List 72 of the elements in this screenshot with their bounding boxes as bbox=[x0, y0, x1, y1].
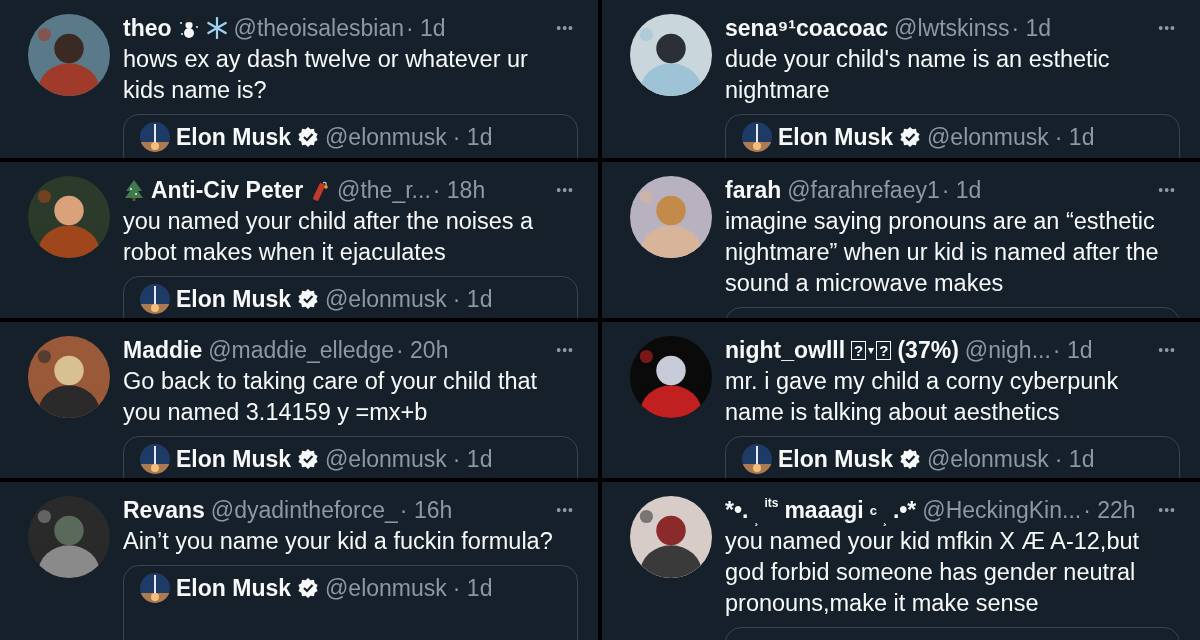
display-name: theo bbox=[123, 14, 172, 42]
display-name: sena⁹¹coacoac bbox=[725, 14, 889, 42]
user-handle[interactable]: @dyadintheforce_ bbox=[210, 496, 398, 524]
quoted-display-name: Elon Musk bbox=[176, 285, 291, 313]
quoted-user-handle[interactable]: @elonmusk bbox=[325, 445, 447, 473]
post-time[interactable]: · 1d bbox=[1011, 14, 1052, 42]
post-time[interactable]: · 18h bbox=[432, 176, 486, 204]
display-name: ¸ bbox=[882, 512, 887, 526]
more-icon[interactable]: ••• bbox=[1158, 502, 1180, 518]
post-time[interactable]: · 22h bbox=[1083, 496, 1136, 524]
post-time[interactable]: · 1d bbox=[405, 14, 446, 42]
post-text: you named your kid mfkin X Æ A-12,but god forbid someone has gender neutral pronouns,make it make sense bbox=[725, 527, 1141, 618]
display-name: Revans bbox=[123, 496, 205, 524]
more-icon[interactable]: ••• bbox=[1158, 182, 1180, 198]
caret-glyph: ▾ bbox=[868, 343, 875, 357]
quoted-display-name: Elon Musk bbox=[176, 574, 291, 602]
post-text: Go back to taking care of your child that you named 3.14159 y =mx+b bbox=[123, 367, 539, 427]
display-name: .•* bbox=[892, 496, 917, 524]
quoted-post-time[interactable]: · 1d bbox=[452, 123, 493, 151]
more-icon[interactable]: ••• bbox=[1158, 20, 1180, 36]
user-handle[interactable]: @lwtskinss bbox=[894, 14, 1010, 42]
quoted-post-time[interactable]: · 1d bbox=[452, 574, 493, 602]
user-handle[interactable]: @theoisalesbian bbox=[233, 14, 404, 42]
post-text: dude your child's name is an esthetic nightmare bbox=[725, 45, 1111, 105]
post-text: Ain’t you name your kid a fuckin formula? bbox=[123, 527, 554, 556]
quoted-user-handle[interactable]: @elonmusk bbox=[325, 123, 447, 151]
post-text: mr. i gave my child a corny cyberpunk name is talking about aesthetics bbox=[725, 367, 1120, 427]
user-handle[interactable]: @HeckingKin... bbox=[922, 496, 1082, 524]
quoted-user-handle[interactable]: @elonmusk bbox=[325, 574, 447, 602]
more-icon[interactable]: ••• bbox=[556, 342, 578, 358]
display-name: *•. bbox=[725, 496, 749, 524]
missing-glyph: ? bbox=[876, 340, 892, 360]
quoted-user-handle[interactable]: @elonmusk bbox=[927, 123, 1049, 151]
user-handle[interactable]: @nigh... bbox=[964, 336, 1051, 364]
display-name: (37%) bbox=[897, 336, 959, 364]
post-time[interactable]: · 1d bbox=[941, 176, 982, 204]
missing-glyph: ? bbox=[851, 340, 867, 360]
quoted-display-name: Elon Musk bbox=[778, 445, 893, 473]
post-time[interactable]: · 20h bbox=[396, 336, 449, 364]
post-text: hows ex ay dash twelve or whatever ur kids name is? bbox=[123, 45, 529, 105]
display-name: ¸ bbox=[754, 512, 759, 526]
display-name: night_owlll bbox=[725, 336, 846, 364]
display-name: its bbox=[764, 496, 779, 510]
snowman-icon bbox=[177, 17, 200, 39]
post-time[interactable]: · 1d bbox=[1052, 336, 1093, 364]
post-text: imagine saying pronouns are an “esthetic nightmare” when ur kid is named after the sound a microwave makes bbox=[725, 207, 1160, 298]
more-icon[interactable]: ••• bbox=[556, 502, 578, 518]
display-name: c bbox=[869, 502, 877, 518]
display-name: farah bbox=[725, 176, 782, 204]
tree-icon bbox=[123, 179, 145, 201]
post-text: you named your child after the noises a robot makes when it ejaculates bbox=[123, 207, 535, 267]
display-name: Maddie bbox=[123, 336, 203, 364]
quoted-user-handle[interactable]: @elonmusk bbox=[325, 285, 447, 313]
display-name: maaagi bbox=[784, 496, 864, 524]
quoted-post-time[interactable]: · 1d bbox=[1054, 445, 1095, 473]
more-icon[interactable]: ••• bbox=[556, 182, 578, 198]
quoted-display-name: Elon Musk bbox=[778, 123, 893, 151]
quoted-post-time[interactable]: · 1d bbox=[452, 445, 493, 473]
user-handle[interactable]: @the_r... bbox=[337, 176, 431, 204]
post-time[interactable]: · 16h bbox=[399, 496, 453, 524]
quoted-user-handle[interactable]: @elonmusk bbox=[927, 445, 1049, 473]
quoted-display-name: Elon Musk bbox=[176, 123, 291, 151]
user-handle[interactable]: @farahrefaey1 bbox=[787, 176, 940, 204]
quoted-display-name: Elon Musk bbox=[176, 445, 291, 473]
quoted-post-time[interactable]: · 1d bbox=[1054, 123, 1095, 151]
display-name: Anti-Civ Peter bbox=[151, 176, 304, 204]
more-icon[interactable]: ••• bbox=[1158, 342, 1180, 358]
user-handle[interactable]: @maddie_elledge bbox=[208, 336, 394, 364]
more-icon[interactable]: ••• bbox=[556, 20, 578, 36]
quoted-post-time[interactable]: · 1d bbox=[452, 285, 493, 313]
snowflake-icon bbox=[205, 17, 228, 39]
quoted-post-card[interactable]: Elon Musk @elonmusk · 1d bbox=[123, 565, 578, 640]
